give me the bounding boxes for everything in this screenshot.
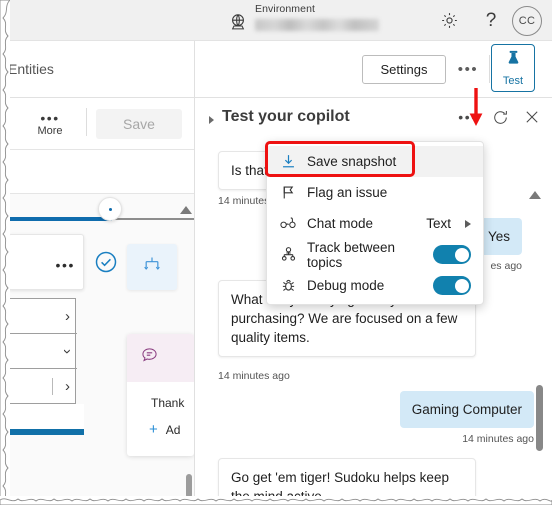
message-node-card[interactable]: Thank + Ad — [127, 334, 194, 456]
command-overflow-icon[interactable]: ••• — [456, 61, 480, 78]
designer-subheader — [8, 150, 194, 194]
menu-item-chat-mode[interactable]: Chat mode Text — [267, 208, 483, 239]
message-bubble-icon — [140, 346, 159, 370]
menu-item-track-between-topics[interactable]: Track between topics — [267, 239, 483, 270]
avatar-initials: CC — [518, 14, 536, 27]
toolbar-divider — [86, 108, 87, 136]
help-icon[interactable]: ? — [470, 0, 512, 41]
menu-item-save-snapshot[interactable]: Save snapshot — [267, 146, 483, 177]
menu-item-label: Flag an issue — [307, 185, 388, 200]
flow-connector — [112, 218, 194, 220]
designer-canvas[interactable]: ••• › › › Thank + Ad — [8, 194, 194, 496]
save-button-label: Save — [123, 116, 155, 132]
branch-split-icon — [142, 255, 162, 280]
flag-icon — [279, 184, 297, 202]
debug-mode-toggle[interactable] — [433, 276, 471, 295]
environment-name-redacted — [255, 18, 379, 31]
flow-card[interactable]: ••• — [8, 234, 84, 290]
chevron-down-icon: › — [59, 348, 76, 354]
check-circle-icon — [94, 250, 118, 274]
stack-row[interactable]: › — [9, 334, 77, 369]
page-title: Test your copilot — [222, 108, 350, 125]
settings-button-label: Settings — [380, 62, 428, 77]
menu-item-label: Chat mode — [307, 216, 374, 231]
more-button-label: More — [37, 124, 63, 137]
menu-item-label: Save snapshot — [307, 154, 397, 169]
menu-item-label: Debug mode — [307, 278, 385, 293]
environment-label: Environment — [255, 3, 316, 16]
torn-edge-bottom — [0, 496, 552, 505]
settings-button[interactable]: Settings — [362, 55, 446, 84]
chevron-right-icon — [465, 219, 471, 228]
message-node-header — [127, 334, 194, 382]
test-panel-context-menu: Save snapshot Flag an issue Chat mode Te… — [266, 141, 484, 305]
chat-message-bot: Go get 'em tiger! Sudoku helps keep the … — [218, 458, 476, 497]
plus-icon: + — [149, 421, 158, 438]
track-between-topics-toggle[interactable] — [433, 245, 471, 264]
stack-row[interactable]: › — [9, 369, 77, 404]
flow-card-accent-bar — [8, 429, 84, 435]
ellipsis-icon[interactable]: ••• — [55, 257, 75, 273]
torn-edge-left — [0, 0, 10, 505]
designer-scrollbar-thumb[interactable] — [186, 474, 192, 496]
glasses-icon — [279, 215, 297, 233]
chat-timestamp: 14 minutes ago — [218, 370, 290, 382]
stack-row[interactable]: › — [9, 299, 77, 334]
app-header-bar: Environment ? CC — [8, 0, 552, 41]
triangle-up-icon[interactable] — [180, 206, 192, 214]
app-header-actions: ? CC — [428, 0, 552, 41]
menu-item-label: Track between topics — [307, 239, 396, 270]
question-mark-glyph: ? — [485, 10, 497, 31]
flow-card-footer — [8, 404, 84, 430]
environment-indicator[interactable]: Environment — [229, 4, 379, 31]
save-button[interactable]: Save — [96, 109, 182, 139]
chevron-right-icon: › — [65, 307, 70, 325]
branch-split-node[interactable] — [127, 244, 177, 290]
designer-panel: ••• More Save ••• › › › Thank + Ad — [8, 98, 194, 496]
close-icon[interactable] — [522, 106, 542, 128]
menu-item-value: Text — [426, 216, 451, 231]
test-button[interactable]: Test — [491, 44, 535, 92]
app-root: Environment ? CC Entities Settings ••• T… — [0, 0, 552, 505]
flow-connector-active — [8, 217, 112, 221]
designer-toolbar: ••• More Save — [8, 98, 194, 150]
test-button-label: Test — [502, 75, 524, 87]
avatar[interactable]: CC — [512, 5, 542, 36]
chat-scrollbar-thumb[interactable] — [536, 385, 543, 451]
chat-timestamp: es ago — [490, 260, 522, 272]
test-panel-header: Test your copilot ••• — [195, 98, 552, 138]
menu-item-flag-an-issue[interactable]: Flag an issue — [267, 177, 483, 208]
test-beaker-icon — [505, 49, 522, 73]
chevron-right-icon[interactable] — [209, 116, 214, 124]
bug-icon — [279, 277, 297, 295]
globe-icon — [229, 13, 247, 31]
flow-node-handle[interactable] — [98, 197, 122, 221]
command-bar-divider — [489, 55, 490, 83]
annotation-arrow — [466, 88, 486, 128]
ellipsis-icon: ••• — [40, 109, 60, 126]
message-node-text: Thank — [151, 396, 185, 410]
breadcrumb[interactable]: Entities — [8, 61, 54, 77]
add-node-label: Ad — [165, 423, 181, 437]
gear-icon[interactable] — [428, 0, 470, 41]
download-icon — [279, 153, 297, 171]
refresh-icon[interactable] — [490, 106, 510, 128]
add-node-action[interactable]: + Ad — [127, 410, 194, 437]
menu-item-debug-mode[interactable]: Debug mode — [267, 270, 483, 301]
more-button[interactable]: ••• More — [23, 106, 77, 144]
chevron-right-icon: › — [65, 378, 70, 395]
chat-timestamp: 14 minutes ago — [462, 433, 534, 445]
flow-stack[interactable]: › › › — [8, 298, 77, 404]
chat-message-user: Gaming Computer — [399, 391, 534, 428]
sitemap-icon — [279, 246, 297, 264]
